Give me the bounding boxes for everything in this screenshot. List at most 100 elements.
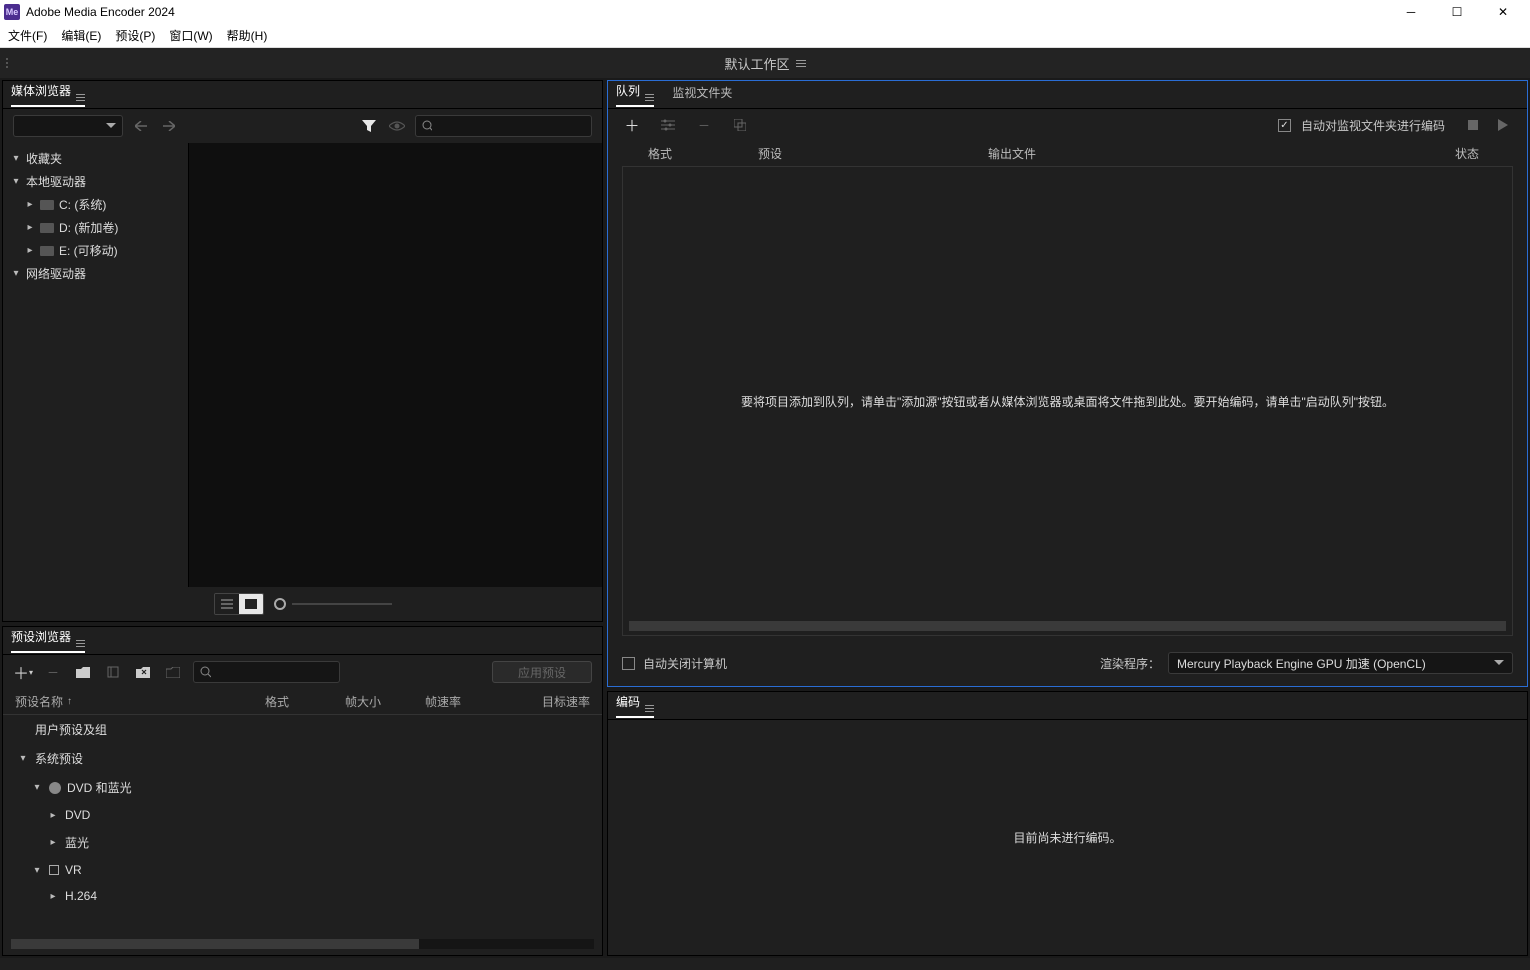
- close-button[interactable]: ✕: [1480, 0, 1526, 24]
- preset-row-dvd[interactable]: ▸DVD: [3, 802, 602, 828]
- menu-help[interactable]: 帮助(H): [227, 27, 268, 44]
- disc-icon: [49, 782, 61, 794]
- col-frame-size[interactable]: 帧大小: [345, 693, 425, 710]
- tree-favorites[interactable]: ▾收藏夹: [3, 147, 188, 170]
- queue-columns-header: 格式 预设 输出文件 状态: [608, 141, 1527, 166]
- auto-encode-label: 自动对监视文件夹进行编码: [1301, 117, 1445, 134]
- col-q-output[interactable]: 输出文件: [988, 145, 1427, 162]
- renderer-value: Mercury Playback Engine GPU 加速 (OpenCL): [1177, 655, 1426, 672]
- import-preset-button[interactable]: [133, 662, 153, 682]
- tab-watch-folders[interactable]: 监视文件夹: [672, 84, 732, 105]
- tab-queue-label: 队列: [616, 84, 640, 98]
- tab-preset-browser-label: 预设浏览器: [11, 630, 71, 644]
- tab-queue[interactable]: 队列: [616, 82, 654, 107]
- col-format[interactable]: 格式: [265, 693, 345, 710]
- media-search-input[interactable]: [436, 120, 585, 132]
- col-preset-name[interactable]: 预设名称: [15, 693, 63, 710]
- path-dropdown[interactable]: [13, 115, 123, 137]
- panel-menu-icon[interactable]: [645, 705, 654, 712]
- remove-item-button[interactable]: ─: [694, 115, 714, 135]
- renderer-dropdown[interactable]: Mercury Playback Engine GPU 加速 (OpenCL): [1168, 652, 1513, 674]
- minimize-button[interactable]: ─: [1388, 0, 1434, 24]
- tab-preset-browser[interactable]: 预设浏览器: [11, 628, 85, 653]
- media-tree[interactable]: ▾收藏夹 ▾本地驱动器 ▸C: (系统) ▸D: (新加卷) ▸E: (可移动)…: [3, 143, 188, 587]
- tree-drive-e[interactable]: ▸E: (可移动): [3, 239, 188, 262]
- auto-shutdown-label: 自动关闭计算机: [643, 655, 727, 672]
- menu-preset[interactable]: 预设(P): [115, 27, 155, 44]
- preset-columns-header: 预设名称 ↑ 格式 帧大小 帧速率 目标速率: [3, 689, 602, 715]
- search-icon: [422, 120, 433, 132]
- col-q-status[interactable]: 状态: [1427, 145, 1507, 162]
- chevron-down-icon: [1494, 660, 1504, 666]
- duplicate-button[interactable]: [730, 115, 750, 135]
- media-search[interactable]: [415, 115, 593, 137]
- panel-menu-icon[interactable]: [76, 94, 85, 101]
- workspace-name[interactable]: 默认工作区: [724, 54, 789, 73]
- nav-forward-button[interactable]: [159, 116, 179, 136]
- preset-row-bluray[interactable]: ▸蓝光: [3, 828, 602, 857]
- chevron-down-icon: [106, 123, 116, 129]
- queue-drop-area[interactable]: 要将项目添加到队列，请单击"添加源"按钮或者从媒体浏览器或桌面将文件拖到此处。要…: [622, 166, 1513, 636]
- apply-preset-button[interactable]: 应用预设: [492, 661, 592, 683]
- media-content-view[interactable]: [188, 143, 602, 587]
- list-icon: [221, 599, 233, 609]
- thumbnail-view-button[interactable]: [239, 594, 263, 614]
- menu-file[interactable]: 文件(F): [8, 27, 47, 44]
- title-bar: Me Adobe Media Encoder 2024 ─ ☐ ✕: [0, 0, 1530, 24]
- col-q-format[interactable]: 格式: [628, 145, 758, 162]
- workspace-menu-icon[interactable]: [796, 60, 806, 67]
- tree-local-drives[interactable]: ▾本地驱动器: [3, 170, 188, 193]
- preset-search[interactable]: [193, 661, 340, 683]
- workspace-bar: 默认工作区: [0, 48, 1530, 78]
- preset-row-vr[interactable]: ▾VR: [3, 857, 602, 883]
- preset-hscroll[interactable]: [11, 939, 594, 949]
- app-title: Adobe Media Encoder 2024: [26, 5, 175, 19]
- filter-icon[interactable]: [359, 116, 379, 136]
- menu-window[interactable]: 窗口(W): [169, 27, 212, 44]
- new-group-button[interactable]: [73, 662, 93, 682]
- tab-encode[interactable]: 编码: [616, 693, 654, 718]
- preset-row-system[interactable]: ▾系统预设: [3, 744, 602, 773]
- encode-status-area: 目前尚未进行编码。: [608, 720, 1527, 955]
- tree-drive-d[interactable]: ▸D: (新加卷): [3, 216, 188, 239]
- tab-media-browser-label: 媒体浏览器: [11, 84, 71, 98]
- menu-edit[interactable]: 编辑(E): [61, 27, 101, 44]
- panel-menu-icon[interactable]: [645, 94, 654, 101]
- tab-media-browser[interactable]: 媒体浏览器: [11, 82, 85, 107]
- visibility-icon[interactable]: [387, 116, 407, 136]
- queue-panel: 队列 监视文件夹 ＋ ─ 自动对监视文件: [607, 80, 1528, 687]
- renderer-label: 渲染程序：: [1100, 655, 1160, 672]
- col-frame-rate[interactable]: 帧速率: [425, 693, 495, 710]
- preset-list[interactable]: 用户预设及组 ▾系统预设 ▾DVD 和蓝光 ▸DVD ▸蓝光 ▾VR ▸H.26…: [3, 715, 602, 937]
- preset-search-input[interactable]: [215, 666, 333, 678]
- media-browser-panel: 媒体浏览器: [2, 80, 603, 622]
- encode-panel: 编码 目前尚未进行编码。: [607, 691, 1528, 956]
- tree-drive-c[interactable]: ▸C: (系统): [3, 193, 188, 216]
- stop-queue-button[interactable]: [1463, 115, 1483, 135]
- drive-icon: [40, 200, 54, 210]
- panel-menu-icon[interactable]: [76, 640, 85, 647]
- queue-hscroll[interactable]: [629, 621, 1506, 631]
- export-preset-button[interactable]: [163, 662, 183, 682]
- preset-row-dvd-bluray[interactable]: ▾DVD 和蓝光: [3, 773, 602, 802]
- add-preset-button[interactable]: ＋▾: [13, 662, 33, 682]
- preset-row-user-group[interactable]: 用户预设及组: [3, 715, 602, 744]
- remove-preset-button[interactable]: ─: [43, 662, 63, 682]
- start-queue-button[interactable]: [1493, 115, 1513, 135]
- zoom-slider[interactable]: [274, 598, 392, 610]
- nav-back-button[interactable]: [131, 116, 151, 136]
- preset-settings-button[interactable]: [103, 662, 123, 682]
- queue-empty-hint: 要将项目添加到队列，请单击"添加源"按钮或者从媒体浏览器或桌面将文件拖到此处。要…: [741, 393, 1394, 410]
- queue-settings-button[interactable]: [658, 115, 678, 135]
- add-source-button[interactable]: ＋: [622, 115, 642, 135]
- col-target-rate[interactable]: 目标速率: [495, 693, 590, 710]
- auto-encode-checkbox[interactable]: [1278, 119, 1291, 132]
- preset-row-h264[interactable]: ▸H.264: [3, 883, 602, 909]
- tree-network-drives[interactable]: ▾网络驱动器: [3, 262, 188, 285]
- search-icon: [200, 666, 211, 678]
- auto-shutdown-checkbox[interactable]: [622, 657, 635, 670]
- list-view-button[interactable]: [215, 594, 239, 614]
- col-q-preset[interactable]: 预设: [758, 145, 988, 162]
- maximize-button[interactable]: ☐: [1434, 0, 1480, 24]
- menu-bar: 文件(F) 编辑(E) 预设(P) 窗口(W) 帮助(H): [0, 24, 1530, 48]
